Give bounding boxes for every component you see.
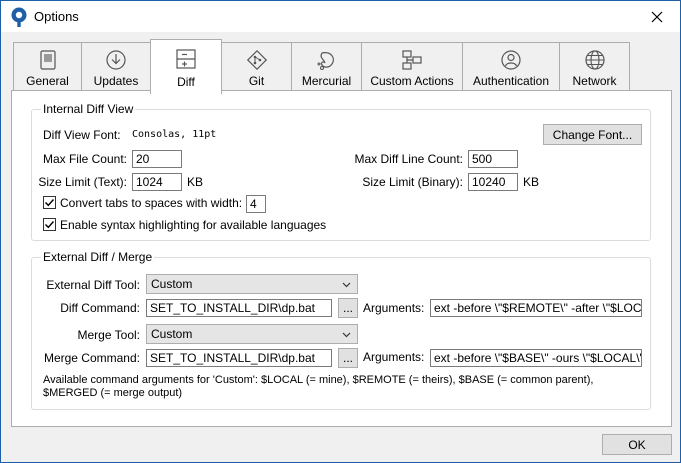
merge-arguments-input[interactable]: ext -before \"$BASE\" -ours \"$LOCAL\" (430, 349, 642, 367)
tab-diff[interactable]: Diff (150, 39, 222, 94)
tab-label: Network (572, 74, 617, 88)
size-limit-text-unit: KB (187, 175, 204, 189)
window-title: Options (34, 9, 79, 24)
tab-git[interactable]: Git (221, 42, 292, 91)
diff-document-icon (176, 49, 196, 69)
close-icon (651, 11, 663, 22)
ok-button[interactable]: OK (602, 434, 672, 455)
tab-mercurial[interactable]: Mercurial (291, 42, 362, 91)
tab-label: Diff (177, 75, 195, 89)
user-circle-icon (501, 50, 521, 70)
diff-font-value: Consolas, 11pt (132, 129, 217, 140)
toggle-switch-icon (39, 50, 56, 70)
group-title: External Diff / Merge (41, 250, 155, 264)
chevron-down-icon (342, 282, 351, 288)
size-limit-text-label: Size Limit (Text): (38, 175, 127, 189)
syntax-highlight-label: Enable syntax highlighting for available… (60, 218, 327, 232)
mercurial-logo-icon (317, 52, 334, 70)
convert-tabs-label: Convert tabs to spaces with width: (60, 196, 243, 210)
tab-network[interactable]: Network (559, 42, 630, 91)
merge-tool-select[interactable]: Custom (146, 324, 358, 344)
workflow-icon (402, 50, 422, 70)
sourcetree-logo-icon (11, 7, 27, 27)
merge-tool-label: Merge Tool: (77, 328, 140, 342)
tab-label: Git (248, 74, 265, 88)
diff-arguments-label: Arguments: (363, 301, 425, 315)
options-window: Options General Updates Diff Git Mercuri… (0, 0, 681, 463)
external-diff-tool-label: External Diff Tool: (46, 278, 140, 292)
tab-general[interactable]: General (13, 42, 82, 91)
checkmark-icon (45, 221, 55, 229)
merge-arguments-label: Arguments: (363, 350, 425, 364)
external-diff-group: External Diff / Merge External Diff Tool… (31, 250, 651, 410)
tab-label: Updates (93, 74, 139, 88)
diff-command-input[interactable]: SET_TO_INSTALL_DIR\dp.bat (146, 299, 332, 317)
convert-tabs-checkbox[interactable] (43, 196, 56, 209)
max-diff-line-label: Max Diff Line Count: (354, 152, 464, 166)
checkmark-icon (45, 199, 55, 207)
internal-diff-group: Internal Diff View Diff View Font: Conso… (31, 102, 651, 241)
download-circle-icon (106, 50, 126, 70)
diff-command-label: Diff Command: (60, 301, 140, 315)
merge-command-label: Merge Command: (43, 351, 140, 365)
select-value: Custom (151, 327, 193, 341)
select-value: Custom (151, 277, 193, 291)
max-file-count-label: Max File Count: (42, 152, 127, 166)
close-button[interactable] (634, 1, 680, 32)
tab-width-input[interactable]: 4 (246, 195, 266, 213)
title-bar: Options (1, 1, 680, 32)
tab-authentication[interactable]: Authentication (462, 42, 560, 91)
syntax-highlight-checkbox[interactable] (43, 218, 56, 231)
diff-arguments-input[interactable]: ext -before \"$REMOTE\" -after \"$LOCAL\… (430, 299, 642, 317)
max-diff-line-input[interactable]: 500 (468, 150, 518, 168)
tab-label: Authentication (472, 74, 550, 88)
size-limit-text-input[interactable]: 1024 (132, 173, 182, 191)
group-title: Internal Diff View (41, 102, 136, 116)
merge-command-input[interactable]: SET_TO_INSTALL_DIR\dp.bat (146, 349, 332, 367)
diff-settings-panel: Internal Diff View Diff View Font: Conso… (11, 90, 672, 427)
size-limit-binary-input[interactable]: 10240 (468, 173, 518, 191)
size-limit-binary-unit: KB (523, 175, 540, 189)
tab-custom-actions[interactable]: Custom Actions (361, 42, 463, 91)
git-logo-icon (246, 49, 267, 71)
chevron-down-icon (342, 332, 351, 338)
tab-label: Custom Actions (370, 74, 454, 88)
arguments-help-line2: $MERGED (= merge output) (43, 387, 183, 399)
diff-font-label: Diff View Font: (43, 128, 121, 142)
max-file-count-input[interactable]: 20 (132, 150, 182, 168)
merge-command-browse-button[interactable]: ... (338, 348, 358, 368)
tab-updates[interactable]: Updates (81, 42, 151, 91)
globe-icon (584, 50, 605, 70)
diff-command-browse-button[interactable]: ... (338, 298, 358, 318)
arguments-help-line1: Available command arguments for 'Custom'… (43, 374, 594, 386)
change-font-button[interactable]: Change Font... (543, 124, 642, 145)
tab-label: General (26, 74, 69, 88)
size-limit-binary-label: Size Limit (Binary): (362, 175, 463, 189)
external-diff-tool-select[interactable]: Custom (146, 274, 358, 294)
tab-label: Mercurial (301, 74, 352, 88)
